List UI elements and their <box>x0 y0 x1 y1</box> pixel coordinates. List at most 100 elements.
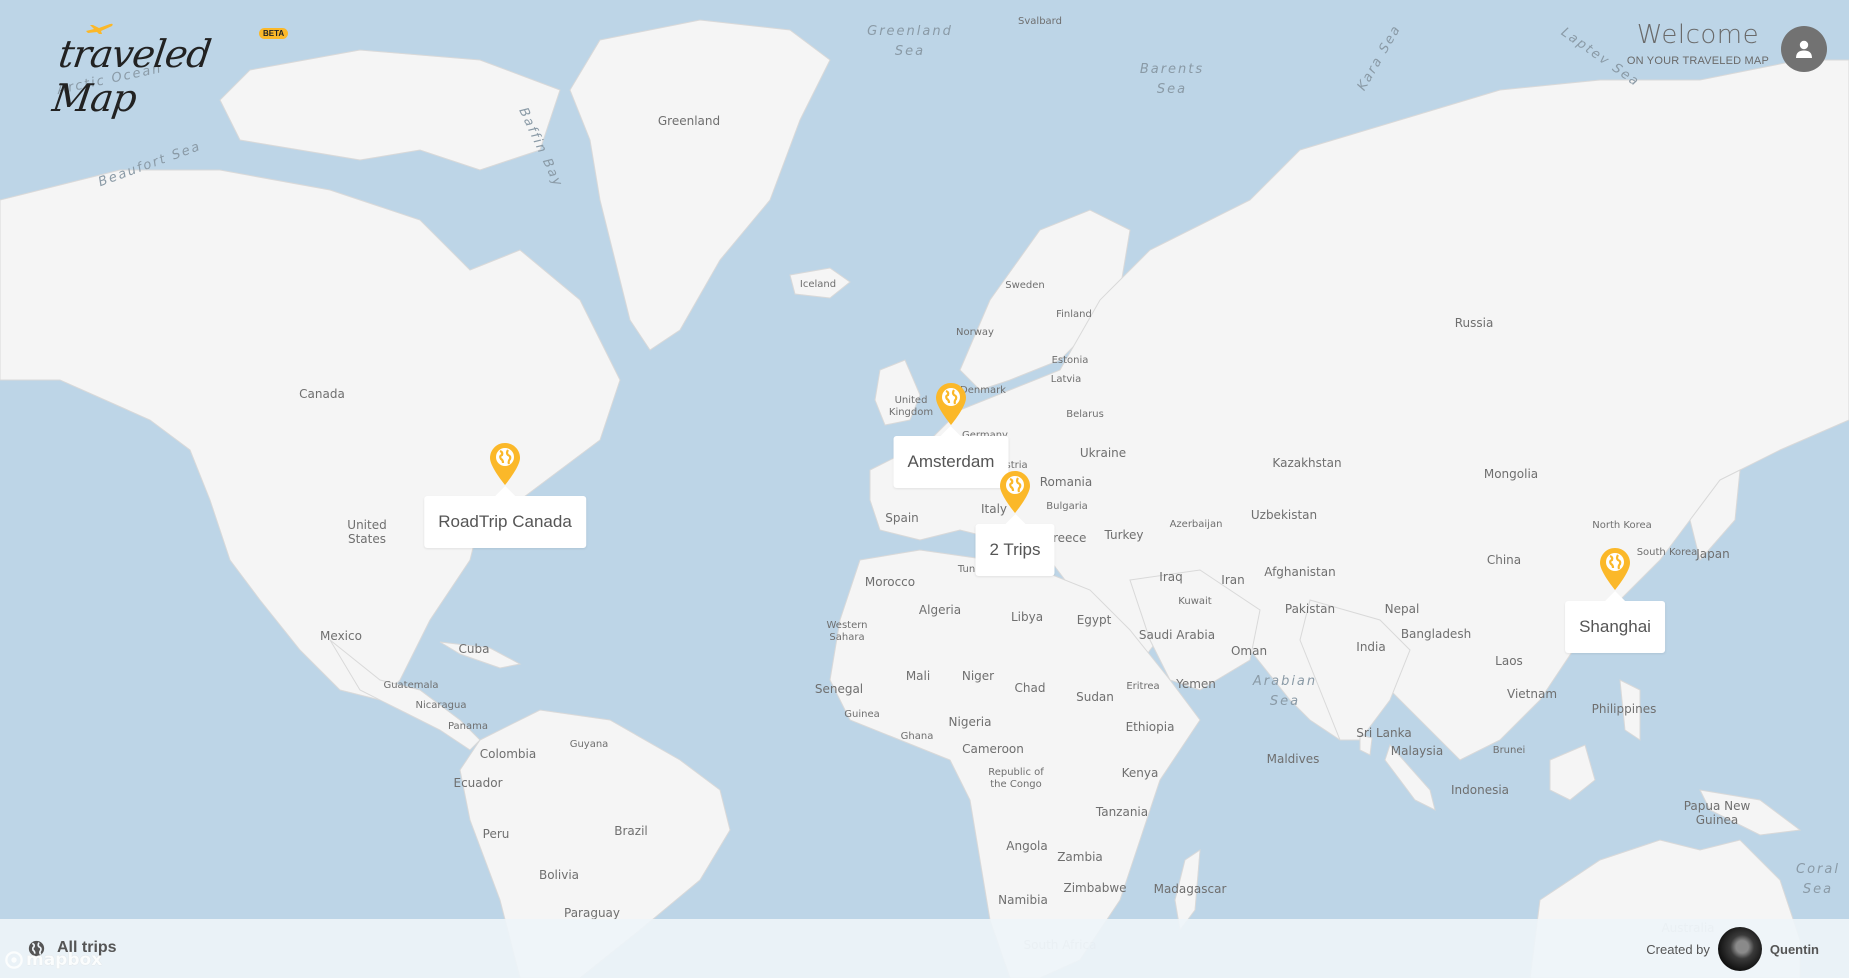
beta-badge: BETA <box>259 28 289 39</box>
trip-popup[interactable]: 2 Trips <box>975 514 1055 576</box>
map-label: Kazakhstan <box>1272 456 1342 470</box>
creator-credit: Created by Quentin <box>1646 927 1819 971</box>
map-label: Greenland <box>657 114 721 128</box>
map-label: China <box>1486 553 1522 567</box>
trip-popup[interactable]: Amsterdam <box>893 426 1009 488</box>
map-label: Eritrea <box>1126 681 1160 692</box>
mapbox-logo-icon <box>5 951 23 969</box>
map-label: Angola <box>1006 839 1048 853</box>
trip-marker-pin[interactable] <box>935 382 967 426</box>
map-label: Indonesia <box>1450 783 1510 797</box>
map-label: Republic of the Congo <box>988 767 1044 790</box>
mapbox-attribution[interactable]: mapbox <box>5 950 102 970</box>
map-label: Sweden <box>1005 280 1045 291</box>
map-label: Spain <box>885 511 919 525</box>
map-label: Guatemala <box>383 680 439 691</box>
user-menu-button[interactable] <box>1781 26 1827 72</box>
map-label: Brazil <box>614 824 648 838</box>
map-label: Yemen <box>1176 677 1216 691</box>
map-label: Uzbekistan <box>1250 508 1318 522</box>
map-label: Philippines <box>1591 702 1657 716</box>
map-label: Saudi Arabia <box>1138 628 1216 642</box>
map-label: Egypt <box>1076 613 1112 627</box>
map-label: Guinea <box>844 709 880 720</box>
map-label: Vietnam <box>1506 687 1558 701</box>
mapbox-text: mapbox <box>26 950 103 970</box>
globe-icon <box>1606 553 1624 571</box>
map-label: Ukraine <box>1079 446 1127 460</box>
map-label: Iceland <box>799 279 837 290</box>
map-label: United Kingdom <box>888 395 934 418</box>
globe-icon <box>1006 476 1024 494</box>
map-label: Zambia <box>1057 850 1103 864</box>
map-label: Papua New Guinea <box>1683 799 1751 827</box>
map-label: Afghanistan <box>1264 565 1336 579</box>
created-by-label: Created by <box>1646 941 1710 957</box>
map-label: Morocco <box>864 575 916 589</box>
map-label: Colombia <box>479 747 537 761</box>
map-label: Ethiopia <box>1125 720 1175 734</box>
map-label: Svalbard <box>1018 16 1062 27</box>
map-label: Algeria <box>918 603 962 617</box>
trip-marker-pin[interactable] <box>489 442 521 486</box>
creator-name[interactable]: Quentin <box>1770 942 1819 957</box>
map-label: Malaysia <box>1390 744 1444 758</box>
trip-popup[interactable]: RoadTrip Canada <box>424 486 586 548</box>
map-label: Oman <box>1230 644 1268 658</box>
map-label: Turkey <box>1104 528 1144 542</box>
map-label: Chad <box>1014 681 1046 695</box>
map-label: Tanzania <box>1095 805 1149 819</box>
map-label: Madagascar <box>1153 882 1227 896</box>
map-label: Libya <box>1010 610 1044 624</box>
globe-icon <box>942 388 960 406</box>
map-label: India <box>1356 640 1386 654</box>
world-map[interactable] <box>0 0 1849 978</box>
map-label: Mali <box>905 669 931 683</box>
map-label: Finland <box>1056 309 1092 320</box>
map-label: Bolivia <box>538 868 580 882</box>
logo[interactable]: traveled Map BETA <box>50 18 296 120</box>
user-icon <box>1796 40 1812 58</box>
map-label: Sudan <box>1076 690 1114 704</box>
map-label: Nepal <box>1384 602 1420 616</box>
map-label: Mongolia <box>1483 467 1539 481</box>
map-label: Barents Sea <box>1139 62 1205 97</box>
map-label: Estonia <box>1051 355 1089 366</box>
map-label: Bangladesh <box>1400 627 1472 641</box>
map-label: Russia <box>1454 316 1494 330</box>
map-label: Cameroon <box>962 742 1024 756</box>
map-label: Greenland Sea <box>867 24 953 59</box>
map-label: Pakistan <box>1284 602 1336 616</box>
map-label: Cuba <box>458 642 490 656</box>
map-label: Namibia <box>998 893 1048 907</box>
map-label: Laos <box>1495 654 1523 668</box>
map-label: Iraq <box>1159 570 1183 584</box>
creator-avatar[interactable] <box>1717 927 1762 971</box>
map-label: Belarus <box>1066 409 1104 420</box>
map-label: Senegal <box>814 682 864 696</box>
map-label: North Korea <box>1592 520 1652 531</box>
logo-text: traveled Map <box>49 32 214 120</box>
map-label: Western Sahara <box>826 620 868 643</box>
map-label: Bulgaria <box>1046 501 1088 512</box>
map-label: Nicaragua <box>415 700 467 711</box>
map-label: Iran <box>1221 573 1245 587</box>
trip-marker-pin[interactable] <box>1599 547 1631 591</box>
map-label: Niger <box>961 669 995 683</box>
trip-marker-pin[interactable] <box>999 470 1031 514</box>
map-label: Kuwait <box>1178 596 1212 607</box>
map-label: Sri Lanka <box>1356 726 1412 740</box>
map-label: Azerbaijan <box>1169 519 1223 530</box>
welcome-subtitle: ON YOUR TRAVELED MAP <box>1626 55 1769 67</box>
map-label: Ghana <box>900 731 934 742</box>
trip-popup[interactable]: Shanghai <box>1565 591 1665 653</box>
map-label: Romania <box>1039 475 1093 489</box>
map-label: Guyana <box>569 739 609 750</box>
map-label: Peru <box>482 827 510 841</box>
map-label: Panama <box>447 721 489 732</box>
map-label: Mexico <box>320 629 362 643</box>
map-label: South Korea <box>1636 547 1698 558</box>
map-label: Brunei <box>1492 745 1526 756</box>
map-label: Latvia <box>1050 374 1082 385</box>
globe-icon <box>496 448 514 466</box>
